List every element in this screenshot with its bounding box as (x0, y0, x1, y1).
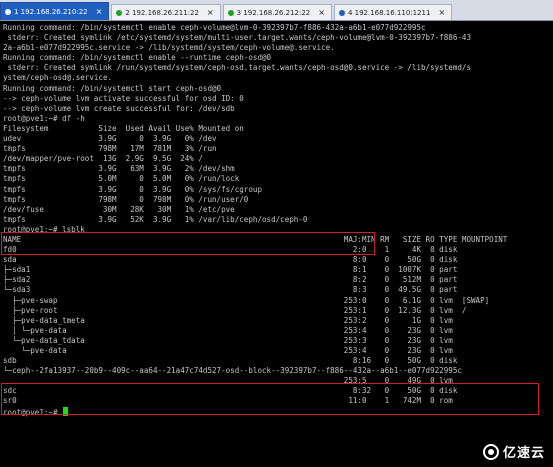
terminal-line: tmpfs 5.0M 0 5.0M 0% /run/lock (3, 174, 240, 184)
terminal-line: └─pve-data_tdata 253:3 0 23G 0 lvm (3, 335, 453, 345)
status-dot-icon (338, 9, 345, 16)
terminal-line: 2a-a6b1-e077d922995c.service -> /lib/sys… (3, 43, 335, 53)
terminal-line: ├─pve-data_tmeta 253:2 0 1G 0 lvm (3, 315, 453, 325)
terminal-line: Running command: /bin/systemctl enable c… (3, 23, 426, 32)
terminal-line: /dev/fuse 30M 28K 30M 1% /etc/pve (3, 204, 235, 214)
tab-session-1[interactable]: 1 192.168.26.210:22 × (0, 2, 110, 20)
tab-session-2[interactable]: 2 192.168.26.211:22 × (111, 4, 221, 20)
watermark: 亿速云 (482, 442, 545, 461)
terminal-line: NAME MAJ:MIN RM SIZE RO TYPE MOUNTPOINT (3, 234, 508, 244)
tab-label: 2 192.168.26.211:22 (125, 8, 199, 17)
terminal-line: Running command: /bin/systemctl enable -… (3, 53, 272, 63)
terminal-line: 253:5 0 49G 0 lvm (3, 376, 453, 386)
terminal-line: │ └─pve-data 253:4 0 23G 0 lvm (3, 325, 453, 335)
terminal-line: tmpfs 3.9G 63M 3.9G 2% /dev/shm (3, 164, 235, 174)
terminal-line: sr0 11:0 1 742M 0 rom (3, 396, 453, 406)
terminal-line: └─ceph--2fa13937--20b9--409c--aa64--21a4… (3, 366, 462, 376)
close-icon[interactable]: × (96, 7, 103, 16)
terminal-line: └─pve-data 253:4 0 23G 0 lvm (3, 346, 453, 355)
terminal-line: sdc 8:32 0 50G 0 disk (3, 386, 458, 396)
close-icon[interactable]: × (318, 8, 325, 17)
terminal-output[interactable]: Running command: /bin/systemctl enable c… (0, 21, 553, 467)
terminal-line: fd0 2:0 1 4K 0 disk (3, 245, 458, 255)
terminal-line: tmpfs 3.9G 52K 3.9G 1% /var/lib/ceph/osd… (3, 214, 308, 224)
close-icon[interactable]: × (438, 8, 445, 17)
tab-label: 4 192.168.16.110:1211 (347, 8, 431, 17)
terminal-line: stderr: Created symlink /etc/systemd/sys… (3, 33, 471, 43)
tab-session-4[interactable]: 4 192.168.16.110:1211 × (333, 4, 453, 20)
watermark-text: 亿速云 (502, 446, 545, 461)
terminal-line: --> ceph-volume lvm create successful fo… (3, 103, 235, 113)
terminal-line: ystem/ceph-osd@.service. (3, 73, 113, 83)
terminal-line: root@pve1:~# (3, 406, 550, 417)
tab-session-3[interactable]: 3 192.168.26.212:22 × (222, 4, 332, 20)
terminal-line: ├─sda1 8:1 0 1007K 0 part (3, 265, 458, 275)
terminal-line: root@pve1:~# lsblk (3, 224, 85, 234)
terminal-line: tmpfs 3.9G 0 3.9G 0% /sys/fs/cgroup (3, 184, 262, 194)
terminal-line: tmpfs 798M 17M 781M 3% /run (3, 144, 217, 154)
terminal-line: ├─pve-root 253:1 0 12.3G 0 lvm / (3, 305, 467, 315)
terminal-line: ├─sda2 8:2 0 512M 0 part (3, 275, 458, 285)
status-dot-icon (227, 9, 234, 16)
terminal-line: └─sda3 8:3 0 49.5G 0 part (3, 285, 458, 295)
terminal-line: Filesystem Size Used Avail Use% Mounted … (3, 123, 244, 133)
terminal-line: stderr: Created symlink /run/systemd/sys… (3, 63, 471, 73)
terminal-line: Running command: /bin/systemctl start ce… (3, 83, 222, 93)
terminal-line: udev 3.9G 0 3.9G 0% /dev (3, 134, 217, 144)
terminal-line: ├─pve-swap 253:0 0 6.1G 0 lvm [SWAP] (3, 295, 490, 305)
close-icon[interactable]: × (207, 8, 214, 17)
terminal-line: tmpfs 798M 0 798M 0% /run/user/0 (3, 194, 249, 204)
terminal-line: --> ceph-volume lvm activate successful … (3, 93, 244, 103)
terminal-cursor (63, 406, 69, 416)
tab-label: 3 192.168.26.212:22 (236, 8, 311, 17)
terminal-line: /dev/mapper/pve-root 13G 2.9G 9.5G 24% / (3, 154, 203, 164)
terminal-line: sda 8:0 0 50G 0 disk (3, 255, 458, 265)
terminal-line: sdb 8:16 0 50G 0 disk (3, 356, 458, 366)
status-dot-icon (116, 9, 123, 16)
session-tab-bar: 1 192.168.26.210:22 × 2 192.168.26.211:22 ×… (0, 0, 553, 21)
status-dot-icon (5, 8, 11, 15)
tab-label: 1 192.168.26.210:22 (14, 7, 88, 16)
watermark-logo-icon (482, 443, 499, 460)
terminal-line: root@pve1:~# df -h (3, 113, 85, 123)
